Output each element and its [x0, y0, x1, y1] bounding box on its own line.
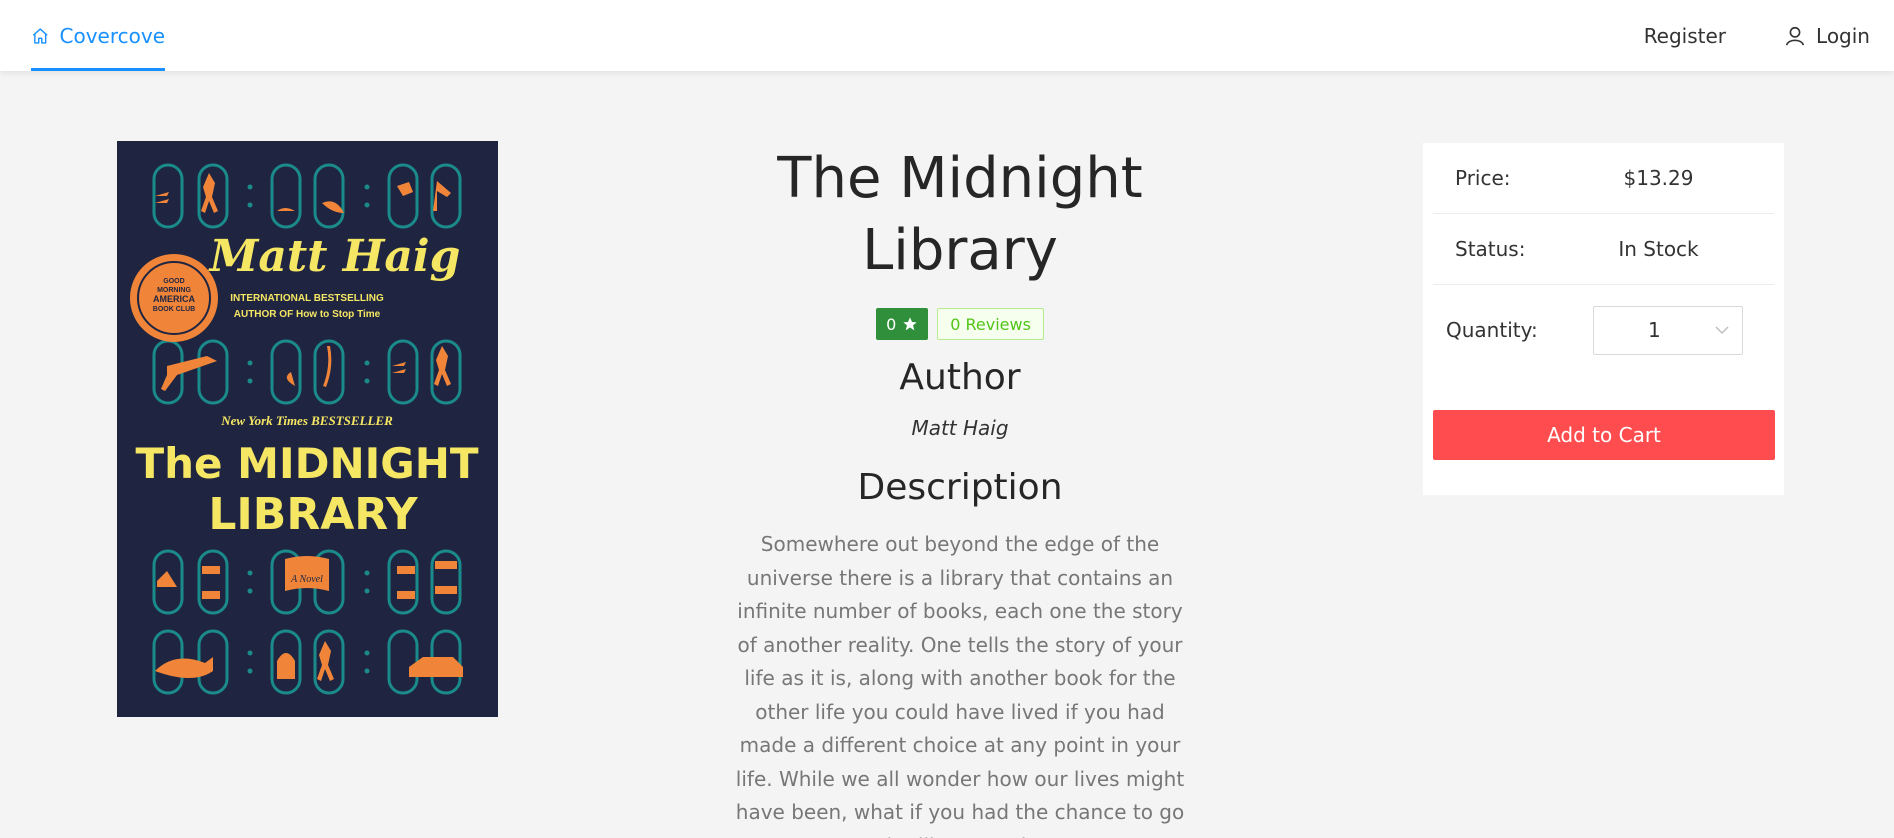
quantity-row: Quantity: 1: [1433, 285, 1774, 375]
cover-seal-line4: BOOK CLUB: [153, 306, 195, 313]
cover-tagline1: INTERNATIONAL BESTSELLING: [230, 293, 384, 304]
book-details: The Midnight Library 0 0 Reviews Author …: [720, 143, 1200, 838]
cover-tagline2: AUTHOR OF How to Stop Time: [234, 309, 381, 320]
status-label: Status:: [1455, 237, 1526, 261]
user-icon: [1785, 26, 1805, 45]
cover-nyt: New York Times BESTSELLER: [220, 413, 393, 428]
login-link[interactable]: Login: [1784, 24, 1870, 48]
cover-seal-line3: AMERICA: [153, 294, 195, 304]
brand-link[interactable]: Covercove: [31, 0, 165, 71]
brand-name: Covercove: [59, 23, 166, 48]
rating-badge: 0: [876, 308, 929, 340]
purchase-card: Price: $13.29 Status: In Stock Quantity:…: [1423, 143, 1784, 495]
quantity-select[interactable]: 1: [1593, 305, 1743, 355]
register-label: Register: [1643, 23, 1727, 48]
price-value: $13.29: [1623, 166, 1694, 190]
book-cover-image: GOOD MORNING AMERICA BOOK CLUB Matt Haig…: [117, 141, 498, 717]
price-label: Price:: [1455, 166, 1511, 190]
top-navbar: Covercove Register Login: [0, 0, 1894, 71]
rating-value: 0: [886, 314, 897, 334]
cover-title2: LIBRARY: [208, 489, 418, 540]
rating-row: 0 0 Reviews: [720, 308, 1200, 340]
quantity-label: Quantity:: [1446, 318, 1538, 342]
reviews-badge[interactable]: 0 Reviews: [937, 308, 1044, 340]
price-row: Price: $13.29: [1433, 143, 1774, 214]
register-link[interactable]: Register: [1644, 24, 1726, 48]
cover-seal-line2: MORNING: [157, 287, 191, 294]
nav-right: Register Login: [1644, 0, 1870, 71]
login-label: Login: [1816, 23, 1870, 48]
quantity-label-text: Quantity: [1446, 318, 1531, 342]
cover-title1: The MIDNIGHT: [136, 439, 479, 488]
cover-novel: A Novel: [290, 574, 323, 585]
cover-author: Matt Haig: [208, 231, 461, 282]
description-text: Somewhere out beyond the edge of the uni…: [735, 532, 1185, 838]
chevron-down-icon: [1715, 326, 1729, 335]
quantity-value: 1: [1648, 318, 1661, 342]
book-title: The Midnight Library: [777, 146, 1143, 283]
status-row: Status: In Stock: [1433, 214, 1774, 285]
author-name: Matt Haig: [911, 416, 1009, 440]
description-heading: Description: [857, 467, 1063, 508]
star-icon: [903, 317, 917, 331]
author-heading: Author: [899, 357, 1021, 398]
add-to-cart-button[interactable]: Add to Cart: [1433, 410, 1775, 460]
status-value: In Stock: [1618, 237, 1699, 261]
home-icon: [32, 27, 48, 44]
cover-seal-line1: GOOD: [163, 278, 184, 285]
